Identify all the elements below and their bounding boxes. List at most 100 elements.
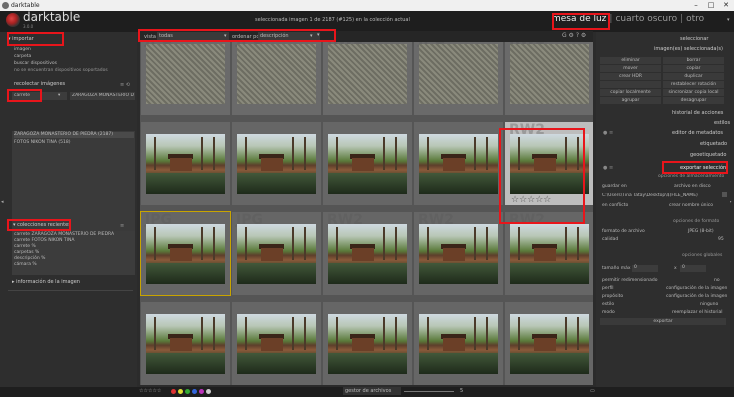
thumbnail-image <box>419 44 498 104</box>
recent-item[interactable]: cámara % <box>14 262 37 268</box>
selected-action-button[interactable]: agrupar <box>600 97 661 104</box>
color-label-icon[interactable] <box>199 389 204 394</box>
thumbnail-cell[interactable]: RW2 <box>323 42 412 115</box>
rating-stars[interactable]: ☆☆☆☆☆ <box>139 388 161 394</box>
thumbnail-cell[interactable]: JPG <box>141 42 230 115</box>
tagging-section-header[interactable]: etiquetado <box>694 140 727 149</box>
selected-action-button[interactable]: mover <box>600 65 661 72</box>
import-image[interactable]: imagen <box>14 47 31 53</box>
thumbnail-cell[interactable]: JPG <box>414 42 503 115</box>
selected-action-button[interactable]: copiar localmente <box>600 89 661 96</box>
app-icon <box>2 2 9 9</box>
selected-action-button[interactable]: copiar <box>663 65 724 72</box>
thumbnail-cell[interactable]: JPG <box>232 42 321 115</box>
thumbnail-image <box>146 314 225 374</box>
collect-section-header[interactable]: recolectar imágenes <box>8 80 65 89</box>
storage-target-select[interactable]: archivo en disco <box>674 184 711 190</box>
thumbnail-cell[interactable]: RW2 <box>323 212 412 295</box>
selected-action-button[interactable]: sincronizar copia local <box>663 89 724 96</box>
history-section-header[interactable]: historial de acciones <box>666 109 723 118</box>
minimize-icon[interactable]: – <box>690 0 702 11</box>
view-darkroom[interactable]: cuarto oscuro <box>615 14 677 24</box>
thumbnail-cell[interactable] <box>232 302 321 385</box>
zoom-slider[interactable] <box>404 391 454 392</box>
thumbnail-cell[interactable] <box>414 122 503 205</box>
toolbar-icons[interactable]: G ⚙ ? ⚙ <box>562 32 586 39</box>
view-other[interactable]: otro <box>686 14 704 24</box>
thumbnail-cell[interactable] <box>323 122 412 205</box>
thumbnail-cell[interactable] <box>141 302 230 385</box>
reset-icon[interactable]: ≡ ⟲ <box>120 82 130 88</box>
maximize-icon[interactable]: □ <box>705 0 717 11</box>
max-width-input[interactable]: 0 <box>632 265 658 272</box>
thumbnail-image <box>510 44 589 104</box>
geotagging-section-header[interactable]: geoetiquetado <box>684 151 726 160</box>
settings-icons[interactable]: ● ≡ <box>603 130 613 136</box>
selected-action-button[interactable]: desagrupar <box>663 97 724 104</box>
intent-select[interactable]: configuración de la imagen <box>666 294 727 300</box>
format-select[interactable]: JPEG (8-bit) <box>688 229 714 235</box>
thumbnail-cell[interactable]: JPG <box>232 212 321 295</box>
thumbnail-image <box>328 314 407 374</box>
left-panel: ▾ importar imagen carpeta buscar disposi… <box>0 32 137 387</box>
thumbnail-image <box>510 314 589 374</box>
thumbnail-cell[interactable]: RW2 <box>505 212 593 295</box>
styles-section-header[interactable]: estilos <box>708 119 730 128</box>
color-label-icon[interactable] <box>178 389 183 394</box>
selected-action-button[interactable]: crear HDR <box>600 73 661 80</box>
thumbnail-image <box>328 44 407 104</box>
filmstrip-icon[interactable]: ▭ <box>590 388 595 394</box>
conflict-select[interactable]: crear nombre único <box>669 203 713 209</box>
collapse-top-icon[interactable]: ▾ <box>727 17 730 23</box>
recent-settings-icon[interactable]: ≡ <box>120 223 124 229</box>
folder-icon[interactable] <box>722 192 727 197</box>
thumbnail-cell[interactable] <box>323 302 412 385</box>
highlight-collect-field <box>7 89 42 102</box>
thumbnail-image <box>510 224 589 284</box>
image-info-header[interactable]: ▸ información de la imagen <box>6 278 80 287</box>
bottom-bar: ☆☆☆☆☆ gestor de archivos 5 ▭ <box>0 387 734 397</box>
mode-select[interactable]: reemplazar el historial <box>672 310 722 316</box>
max-height-input[interactable]: 0 <box>680 265 706 272</box>
collection-item[interactable]: FOTOS NIKON TINA (518) <box>14 140 71 146</box>
select-section-header[interactable]: seleccionar <box>674 35 708 44</box>
selected-action-button[interactable]: borrar <box>663 57 724 64</box>
color-label-icon[interactable] <box>206 389 211 394</box>
profile-select[interactable]: configuración de la imagen <box>666 286 727 292</box>
thumbnail-image <box>328 224 407 284</box>
thumbnail-cell[interactable]: RW2 <box>505 42 593 115</box>
thumbnail-cell[interactable]: JPG <box>140 211 231 296</box>
color-label-icon[interactable] <box>192 389 197 394</box>
thumbnail-image <box>419 314 498 374</box>
thumbnail-cell[interactable] <box>232 122 321 205</box>
window-titlebar: darktable – □ ✕ <box>0 0 734 11</box>
selected-action-button[interactable]: eliminar <box>600 57 661 64</box>
color-label-icon[interactable] <box>171 389 176 394</box>
close-icon[interactable]: ✕ <box>720 0 732 11</box>
thumbnail-cell[interactable] <box>141 122 230 205</box>
thumbnail-cell[interactable]: RW2 <box>414 212 503 295</box>
upscale-select[interactable]: no <box>714 278 720 284</box>
import-folder[interactable]: carpeta <box>14 54 31 60</box>
highlight-import <box>7 32 64 46</box>
zoom-value[interactable]: 5 <box>460 388 463 394</box>
scan-devices[interactable]: buscar dispositivos <box>14 61 57 67</box>
metadata-section-header[interactable]: editor de metadatos <box>666 129 723 138</box>
selected-action-button[interactable]: duplicar <box>663 73 724 80</box>
divider <box>8 290 133 291</box>
selected-action-button[interactable]: restablecer rotación <box>663 81 724 88</box>
selected-images-header[interactable]: imagen(es) seleccionada(s) <box>648 45 723 54</box>
selected-action-button[interactable] <box>600 81 661 88</box>
view-mode-select[interactable]: gestor de archivos <box>343 387 401 395</box>
style-select[interactable]: ninguno <box>700 302 718 308</box>
collapse-left-icon[interactable]: ◂ <box>1 199 4 205</box>
thumbnail-cell[interactable] <box>414 302 503 385</box>
collection-item[interactable]: ZARAGOZA MONASTERIO DE PIEDRA (2187) <box>14 132 134 138</box>
export-path-input[interactable]: C:\Users\Tina Tatay\Desktop\$(FILE_NAME) <box>602 193 720 199</box>
collect-value-input[interactable]: ZARAGOZA MONASTERIO DE PIEDRA <box>70 92 135 100</box>
thumbnail-cell[interactable] <box>505 302 593 385</box>
quality-slider[interactable]: 95 <box>718 237 724 243</box>
settings-icons[interactable]: ● ≡ <box>603 165 613 171</box>
export-button[interactable]: exportar <box>600 318 726 325</box>
color-label-icon[interactable] <box>185 389 190 394</box>
